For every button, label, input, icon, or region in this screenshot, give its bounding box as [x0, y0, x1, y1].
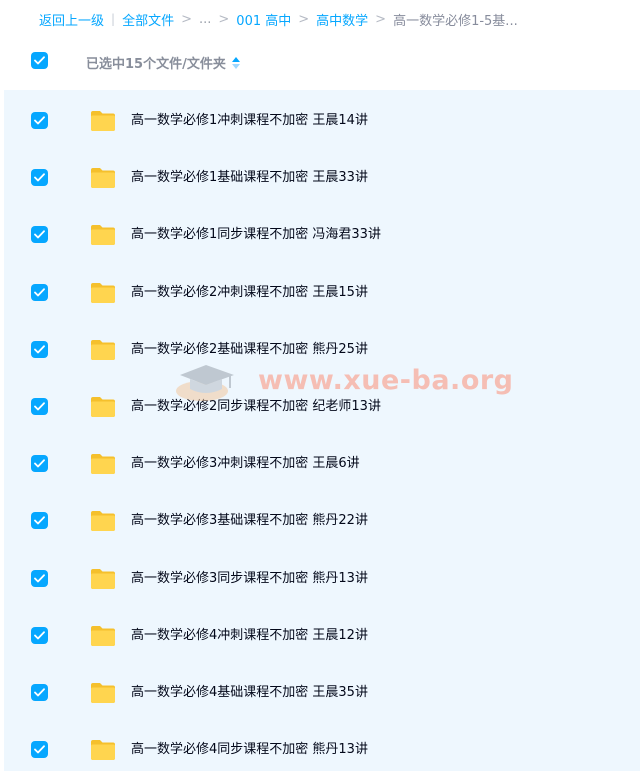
- check-icon: [34, 230, 45, 239]
- folder-icon: [91, 225, 115, 246]
- file-row[interactable]: 高一数学必修1冲刺课程不加密 王晨14讲: [4, 92, 640, 149]
- breadcrumb-divider: |: [111, 12, 116, 26]
- folder-icon: [91, 454, 115, 475]
- file-row[interactable]: 高一数学必修1基础课程不加密 王晨33讲: [4, 149, 640, 206]
- folder-icon: [91, 397, 115, 417]
- file-row[interactable]: 高一数学必修2基础课程不加密 熊丹25讲: [4, 321, 640, 378]
- file-name[interactable]: 高一数学必修1冲刺课程不加密 王晨14讲: [131, 112, 368, 129]
- folder-icon: [91, 683, 115, 703]
- chevron-right-icon: >: [218, 11, 230, 27]
- file-row[interactable]: 高一数学必修3冲刺课程不加密 王晨6讲: [4, 435, 640, 492]
- breadcrumb-collapsed[interactable]: ...: [199, 12, 211, 27]
- row-checkbox[interactable]: [31, 112, 48, 129]
- file-row[interactable]: 高一数学必修4基础课程不加密 王晨35讲: [4, 664, 640, 721]
- folder-icon: [91, 168, 115, 189]
- sort-icon[interactable]: [231, 56, 240, 69]
- chevron-right-icon: >: [375, 11, 387, 27]
- row-checkbox[interactable]: [31, 684, 48, 701]
- file-name[interactable]: 高一数学必修2基础课程不加密 熊丹25讲: [131, 341, 368, 358]
- file-name[interactable]: 高一数学必修3同步课程不加密 熊丹13讲: [131, 570, 368, 587]
- file-name[interactable]: 高一数学必修2同步课程不加密 纪老师13讲: [131, 398, 381, 415]
- breadcrumb-current: 高一数学必修1-5基...: [393, 13, 518, 29]
- row-checkbox[interactable]: [31, 340, 48, 358]
- folder-icon: [91, 511, 115, 532]
- selection-count-label: 已选中15个文件/文件夹: [86, 53, 240, 72]
- file-name[interactable]: 高一数学必修1基础课程不加密 王晨33讲: [131, 169, 368, 186]
- breadcrumb: 返回上一级 | 全部文件 > ... > 001 高中 > 高中数学 > 高一数…: [39, 8, 518, 30]
- file-row[interactable]: 高一数学必修2同步课程不加密 纪老师13讲: [4, 378, 640, 435]
- row-checkbox[interactable]: [31, 512, 48, 530]
- check-icon: [34, 287, 45, 296]
- check-icon: [34, 173, 45, 182]
- file-browser: 返回上一级 | 全部文件 > ... > 001 高中 > 高中数学 > 高一数…: [0, 0, 640, 771]
- check-icon: [34, 745, 45, 754]
- chevron-right-icon: >: [181, 11, 192, 27]
- selection-count-text: 已选中15个文件/文件夹: [86, 57, 226, 72]
- row-checkbox[interactable]: [31, 169, 48, 187]
- file-row[interactable]: 高一数学必修3基础课程不加密 熊丹22讲: [4, 492, 640, 549]
- folder-icon: [91, 339, 115, 360]
- file-name[interactable]: 高一数学必修1同步课程不加密 冯海君33讲: [131, 226, 381, 243]
- list-header: 已选中15个文件/文件夹: [0, 45, 640, 79]
- check-icon: [34, 345, 45, 354]
- check-icon: [34, 688, 45, 697]
- file-row[interactable]: 高一数学必修4冲刺课程不加密 王晨12讲: [4, 607, 640, 664]
- folder-icon: [91, 111, 115, 131]
- file-name[interactable]: 高一数学必修4基础课程不加密 王晨35讲: [131, 684, 368, 701]
- folder-icon: [91, 568, 115, 589]
- select-all-checkbox[interactable]: [31, 52, 48, 69]
- row-checkbox[interactable]: [31, 283, 48, 301]
- folder-icon: [91, 740, 115, 761]
- breadcrumb-level1[interactable]: 001 高中: [236, 10, 291, 29]
- row-checkbox[interactable]: [31, 398, 48, 415]
- check-icon: [34, 631, 45, 640]
- breadcrumb-all-files[interactable]: 全部文件: [122, 10, 174, 29]
- row-checkbox[interactable]: [31, 626, 48, 644]
- file-name[interactable]: 高一数学必修2冲刺课程不加密 王晨15讲: [131, 284, 368, 301]
- check-icon: [34, 573, 45, 582]
- file-row[interactable]: 高一数学必修1同步课程不加密 冯海君33讲: [4, 206, 640, 263]
- row-checkbox[interactable]: [31, 455, 48, 473]
- check-icon: [34, 402, 45, 411]
- folder-icon: [91, 282, 115, 303]
- file-list: 高一数学必修1冲刺课程不加密 王晨14讲 高一数学必修1基础课程不加密 王晨33讲…: [4, 90, 640, 771]
- back-link[interactable]: 返回上一级: [39, 10, 104, 29]
- file-name[interactable]: 高一数学必修3基础课程不加密 熊丹22讲: [131, 512, 368, 529]
- file-name[interactable]: 高一数学必修4冲刺课程不加密 王晨12讲: [131, 627, 368, 644]
- folder-icon: [91, 625, 115, 646]
- file-row[interactable]: 高一数学必修2冲刺课程不加密 王晨15讲: [4, 264, 640, 321]
- row-checkbox[interactable]: [31, 741, 48, 759]
- file-name[interactable]: 高一数学必修3冲刺课程不加密 王晨6讲: [131, 455, 360, 472]
- check-icon: [34, 56, 45, 65]
- breadcrumb-level2[interactable]: 高中数学: [316, 10, 368, 29]
- check-icon: [34, 459, 45, 468]
- row-checkbox[interactable]: [31, 569, 48, 587]
- chevron-right-icon: >: [298, 11, 310, 27]
- row-checkbox[interactable]: [31, 226, 48, 244]
- check-icon: [34, 116, 45, 125]
- file-row[interactable]: 高一数学必修3同步课程不加密 熊丹13讲: [4, 550, 640, 607]
- file-name[interactable]: 高一数学必修4同步课程不加密 熊丹13讲: [131, 741, 368, 758]
- check-icon: [34, 516, 45, 525]
- file-row[interactable]: 高一数学必修4同步课程不加密 熊丹13讲: [4, 721, 640, 771]
